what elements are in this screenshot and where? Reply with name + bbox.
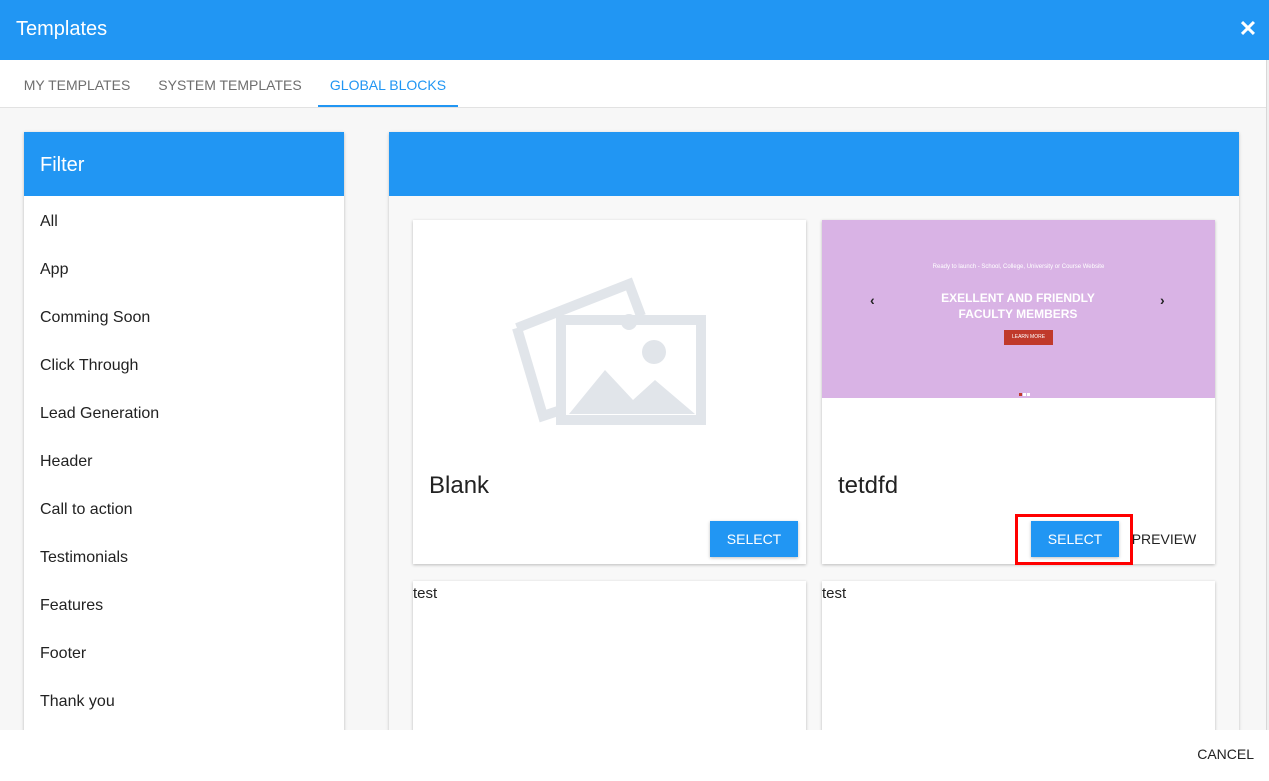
- thumbnail-button: LEARN MORE: [1004, 330, 1053, 345]
- filter-item-footer[interactable]: Footer: [24, 628, 344, 676]
- filter-item-header[interactable]: Header: [24, 436, 344, 484]
- filter-item-click-through[interactable]: Click Through: [24, 340, 344, 388]
- tab-system-templates[interactable]: SYSTEM TEMPLATES: [152, 60, 308, 107]
- template-name: test: [822, 585, 847, 602]
- chevron-right-icon: ›: [1160, 292, 1165, 308]
- close-icon[interactable]: ✕: [1237, 16, 1259, 42]
- filter-item-thank-you[interactable]: Thank you: [24, 676, 344, 724]
- dialog-title: Templates: [16, 18, 108, 40]
- filter-item-testimonials[interactable]: Testimonials: [24, 532, 344, 580]
- chevron-left-icon: ‹: [870, 292, 875, 308]
- select-button-tetdfd[interactable]: SELECT: [1031, 521, 1119, 557]
- tab-my-templates[interactable]: MY TEMPLATES: [12, 60, 142, 107]
- template-card-tetdfd: Ready to launch - School, College, Unive…: [822, 220, 1215, 564]
- filter-panel: Filter All App Comming Soon Click Throug…: [24, 132, 344, 730]
- tab-bar: MY TEMPLATES SYSTEM TEMPLATES GLOBAL BLO…: [0, 60, 1266, 108]
- thumbnail-headline: EXELLENT AND FRIENDLY FACULTY MEMBERS: [941, 291, 1095, 321]
- templates-panel: Blank SELECT Ready to launch - School, C…: [389, 132, 1239, 730]
- tab-global-blocks[interactable]: GLOBAL BLOCKS: [318, 60, 458, 107]
- template-name: test: [413, 585, 438, 602]
- image-placeholder-icon: [509, 276, 709, 433]
- cancel-button[interactable]: CANCEL: [1197, 746, 1254, 762]
- filter-item-call-to-action[interactable]: Call to action: [24, 484, 344, 532]
- filter-item-app[interactable]: App: [24, 244, 344, 292]
- dialog-titlebar: Templates ✕: [0, 0, 1269, 60]
- template-card-blank: Blank SELECT: [413, 220, 806, 564]
- filter-item-features[interactable]: Features: [24, 580, 344, 628]
- select-button-blank[interactable]: SELECT: [710, 521, 798, 557]
- filter-item-all[interactable]: All: [24, 196, 344, 244]
- dialog-footer: CANCEL: [0, 730, 1269, 781]
- filter-item-coming-soon[interactable]: Comming Soon: [24, 292, 344, 340]
- filter-item-lead-generation[interactable]: Lead Generation: [24, 388, 344, 436]
- dialog-body: Filter All App Comming Soon Click Throug…: [0, 108, 1266, 730]
- templates-dialog: Templates ✕ MY TEMPLATES SYSTEM TEMPLATE…: [0, 0, 1269, 781]
- template-thumbnail[interactable]: Ready to launch - School, College, Unive…: [822, 220, 1215, 398]
- template-card-test: test: [822, 581, 1215, 730]
- carousel-dots: [1019, 383, 1031, 401]
- template-card-test: test: [413, 581, 806, 730]
- template-name: tetdfd: [838, 472, 899, 499]
- template-name: Blank: [429, 472, 490, 499]
- preview-button-tetdfd[interactable]: PREVIEW: [1129, 521, 1199, 557]
- thumbnail-tagline: Ready to launch - School, College, Unive…: [932, 264, 1105, 270]
- filter-title: Filter: [24, 132, 344, 196]
- templates-panel-header: [389, 132, 1239, 196]
